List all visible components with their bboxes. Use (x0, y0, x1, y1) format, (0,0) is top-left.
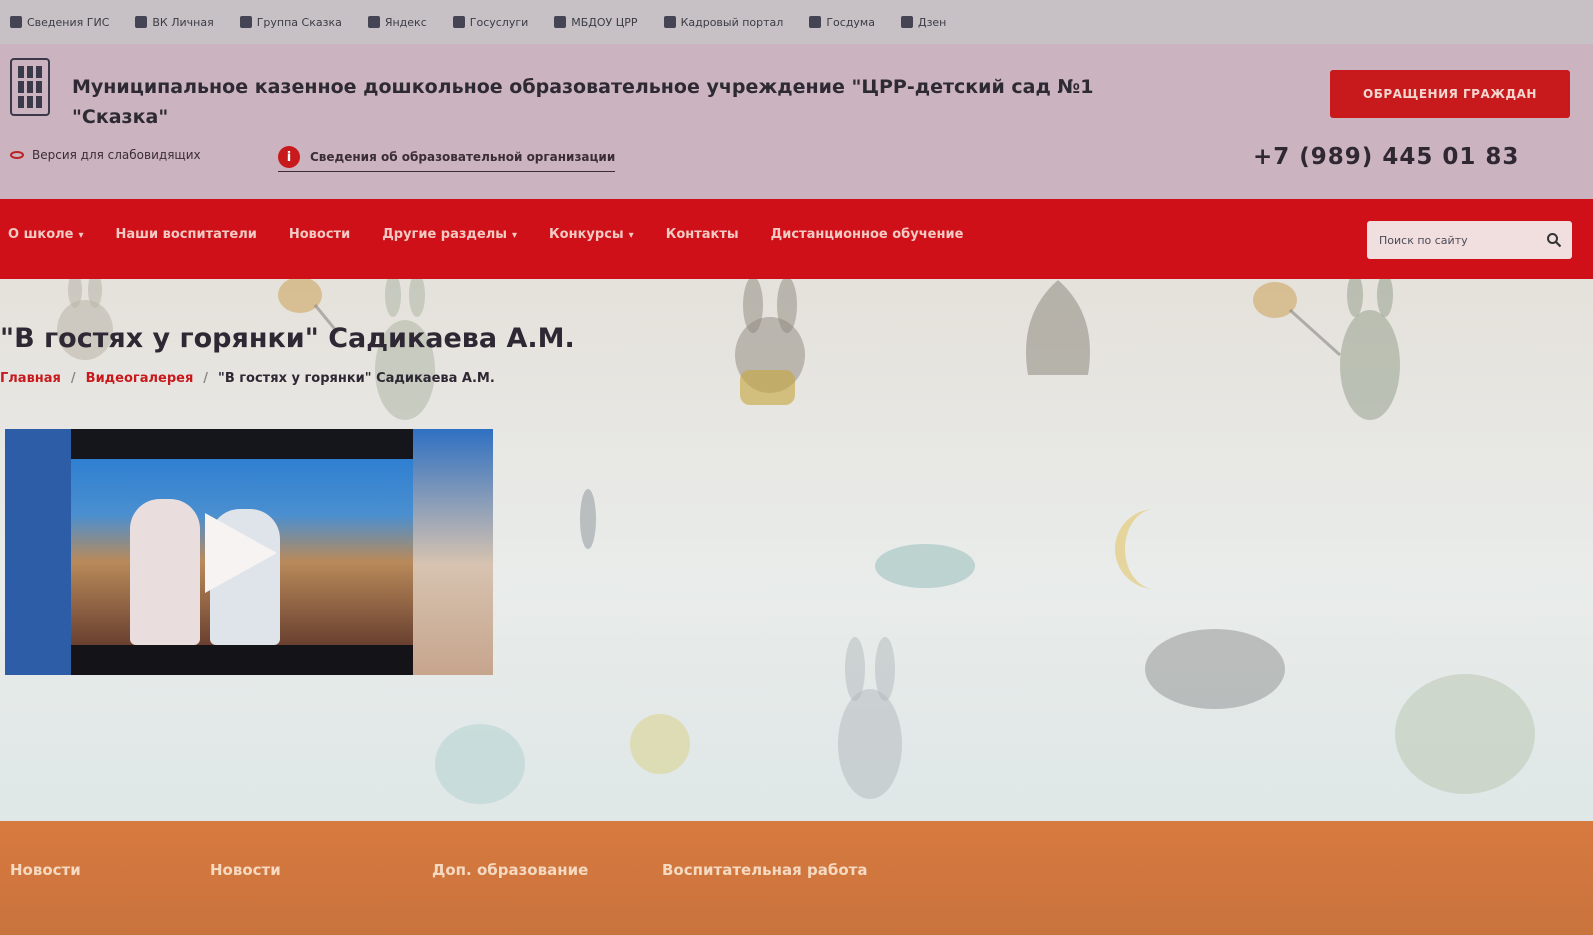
search-button[interactable] (1536, 221, 1572, 259)
footer-link[interactable]: Новости (10, 861, 81, 879)
org-name-line1: Муниципальное казенное дошкольное образо… (72, 76, 1094, 98)
chevron-down-icon: ▾ (628, 230, 634, 241)
nav-item-about[interactable]: О школе ▾ (8, 227, 84, 242)
org-name-line2: "Сказка" (72, 106, 169, 128)
bookmark-item[interactable]: Группа Сказка (239, 16, 342, 29)
video-letterbox (71, 645, 413, 675)
footer-link[interactable]: Воспитательная работа (662, 861, 867, 879)
breadcrumb-current: "В гостях у горянки" Садикаева А.М. (218, 371, 495, 386)
nav-item-distance[interactable]: Дистанционное обучение (771, 227, 964, 242)
video-frame (413, 429, 493, 675)
bookmark-icon (367, 16, 380, 28)
bookmark-item[interactable]: Яндекс (367, 16, 427, 29)
bunny-decoration (435, 724, 525, 804)
breadcrumb-gallery[interactable]: Видеогалерея (86, 371, 194, 386)
vision-link-label: Версия для слабовидящих (32, 148, 201, 162)
nav-items: О школе ▾ Наши воспитатели Новости Другие… (0, 227, 963, 242)
logo-icon[interactable] (10, 58, 50, 116)
nav-item-contests[interactable]: Конкурсы ▾ (549, 227, 634, 242)
bunny-decoration (735, 279, 805, 405)
bookmark-icon (10, 16, 22, 28)
bookmark-item[interactable]: ВК Личная (135, 16, 214, 29)
search-icon (1547, 233, 1562, 248)
phone-number[interactable]: +7 (989) 445 01 83 (1253, 144, 1519, 170)
chevron-down-icon: ▾ (512, 230, 518, 241)
info-link-label: Сведения об образовательной организации (310, 150, 616, 164)
breadcrumb: Главная / Видеогалерея / "В гостях у гор… (0, 371, 495, 386)
video-player[interactable] (5, 429, 493, 675)
fish-decoration (580, 489, 596, 549)
nav-item-teachers[interactable]: Наши воспитатели (116, 227, 257, 242)
video-letterbox (71, 429, 413, 459)
header-sub-links: Версия для слабовидящих i Сведения об об… (0, 144, 1593, 174)
video-frame (5, 429, 71, 675)
moon-decoration (1115, 509, 1155, 589)
content-area: "В гостях у горянки" Садикаева А.М. Глав… (0, 279, 1593, 821)
site-header: Муниципальное казенное дошкольное образо… (0, 44, 1593, 199)
bear-decoration (1395, 674, 1535, 794)
site-footer: Новости Новости Доп. образование Воспита… (0, 821, 1593, 935)
breadcrumb-separator: / (70, 371, 76, 386)
bunny-decoration (1253, 279, 1400, 420)
org-name: Муниципальное казенное дошкольное образо… (72, 72, 1272, 132)
bookmark-item[interactable]: Госдума (809, 16, 875, 29)
bear-decoration (1145, 629, 1285, 709)
play-icon[interactable] (205, 513, 277, 593)
nav-item-other[interactable]: Другие разделы ▾ (382, 227, 517, 242)
cloud-decoration (875, 544, 975, 588)
nav-item-contacts[interactable]: Контакты (666, 227, 739, 242)
bookmarks-bar: Сведения ГИС ВК Личная Группа Сказка Янд… (0, 0, 1593, 44)
footer-link[interactable]: Новости (210, 861, 281, 879)
vision-link[interactable]: Версия для слабовидящих (10, 148, 201, 162)
bookmark-icon (663, 16, 676, 28)
bookmark-item[interactable]: Кадровый портал (663, 16, 783, 29)
info-icon: i (278, 146, 300, 168)
bunny-decoration (838, 637, 902, 799)
sun-decoration (630, 714, 690, 774)
info-link[interactable]: i Сведения об образовательной организаци… (278, 146, 616, 172)
chevron-down-icon: ▾ (78, 230, 84, 241)
nav-item-news[interactable]: Новости (289, 227, 350, 242)
breadcrumb-separator: / (203, 371, 209, 386)
bookmark-icon (554, 16, 567, 28)
video-thumbnail-figure (130, 499, 200, 645)
footer-links: Новости Новости Доп. образование Воспита… (0, 861, 1593, 891)
bookmark-icon (809, 16, 822, 28)
bookmark-item[interactable]: Дзен (900, 16, 946, 29)
bookmark-icon (239, 16, 252, 28)
search-input[interactable] (1367, 221, 1536, 259)
bookmark-item[interactable]: МБДОУ ЦРР (554, 16, 638, 29)
breadcrumb-home[interactable]: Главная (0, 371, 61, 386)
search-box (1367, 221, 1572, 259)
bookmark-item[interactable]: Госуслуги (452, 16, 528, 29)
appeal-button[interactable]: ОБРАЩЕНИЯ ГРАЖДАН (1330, 70, 1570, 118)
bookmark-item[interactable]: Сведения ГИС (10, 16, 109, 29)
footer-link[interactable]: Доп. образование (432, 861, 588, 879)
bunny-decoration (1026, 280, 1090, 375)
main-nav: О школе ▾ Наши воспитатели Новости Другие… (0, 199, 1593, 279)
bookmark-icon (452, 16, 465, 28)
bookmark-icon (900, 16, 913, 28)
eye-icon (10, 151, 24, 159)
bookmark-icon (135, 16, 148, 28)
page-title: "В гостях у горянки" Садикаева А.М. (0, 323, 575, 354)
